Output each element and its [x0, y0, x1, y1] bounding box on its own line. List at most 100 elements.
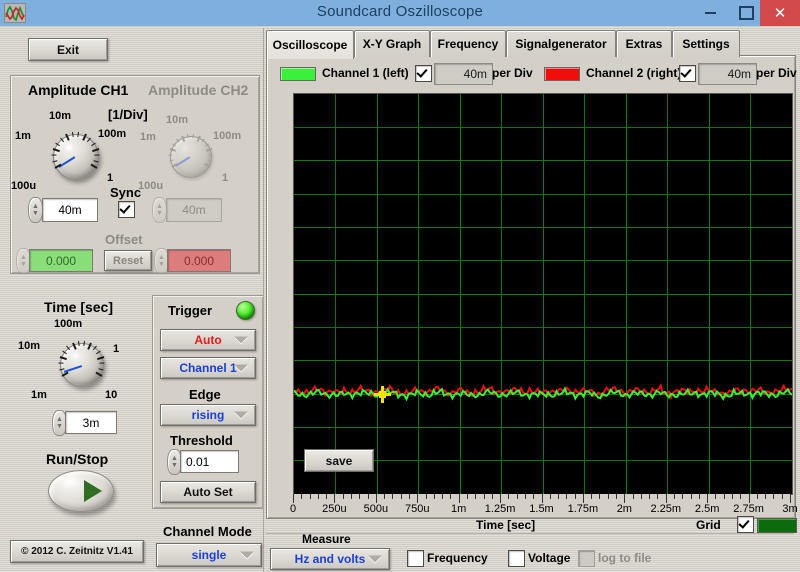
trigger-panel	[152, 295, 264, 509]
x-axis-tick-label: 1.25m	[484, 503, 516, 515]
ch1-scale-100u: 100u	[11, 180, 37, 192]
exit-button[interactable]: Exit	[28, 38, 108, 61]
knob-tick	[71, 132, 74, 138]
x-axis-major-tick	[417, 494, 419, 503]
x-axis-minor-tick	[649, 494, 651, 499]
x-axis-tick-labels: 0 250u 500u 750u 1m 1.25m 1.5m 1.75m 2m 2.25m 2.5m…	[266, 503, 798, 517]
chevron-down-icon	[240, 551, 254, 559]
measure-frequency-label: Frequency	[427, 551, 488, 565]
x-axis-minor-tick	[756, 494, 758, 499]
offset-ch2-value[interactable]: 0.000	[167, 249, 231, 272]
x-axis-minor-tick	[674, 494, 676, 499]
x-axis-minor-tick	[690, 494, 692, 499]
x-axis-minor-tick	[367, 494, 369, 499]
window-title: Soundcard Oszilloscope	[316, 3, 484, 20]
x-axis-minor-tick	[682, 494, 684, 499]
x-axis-minor-tick	[657, 494, 659, 499]
amplitude-ch1-spinner[interactable]: ▲ ▼	[28, 197, 43, 223]
x-axis-minor-tick	[640, 494, 642, 499]
channel-mode-dropdown[interactable]: single	[156, 543, 262, 567]
x-axis-minor-tick	[616, 494, 618, 499]
x-axis-minor-tick	[475, 494, 477, 499]
tab-xy-graph-label: X-Y Graph	[362, 37, 422, 51]
channel-1-label: Channel 1 (left)	[322, 66, 409, 80]
crosshair-cursor[interactable]	[373, 386, 391, 403]
trigger-edge-dropdown[interactable]: rising	[160, 404, 256, 426]
time-value[interactable]: 3m	[65, 411, 117, 434]
x-axis-minor-tick	[433, 494, 435, 499]
ch1-scale-1m: 1m	[15, 130, 31, 142]
offset-label: Offset	[105, 232, 143, 247]
application-window: Soundcard Oszilloscope ✕ Exit Amplitude …	[0, 0, 800, 572]
save-button[interactable]: save	[304, 449, 374, 472]
amplitude-ch2-spinner[interactable]: ▲ ▼	[152, 197, 167, 223]
offset-reset-button[interactable]: Reset	[104, 250, 152, 271]
tab-settings-label: Settings	[682, 37, 730, 51]
sync-checkbox[interactable]	[118, 201, 135, 218]
x-axis-minor-tick	[508, 494, 510, 499]
tab-frequency[interactable]: Frequency	[430, 30, 506, 57]
run-stop-button[interactable]	[48, 470, 114, 512]
channel-1-per-div-label: per Div	[492, 66, 533, 80]
channel-2-label: Channel 2 (right)	[586, 66, 682, 80]
amplitude-ch1-knob[interactable]	[44, 125, 106, 187]
log-to-file-checkbox[interactable]	[578, 550, 595, 567]
x-axis-minor-tick	[392, 494, 394, 499]
chevron-down-icon	[234, 411, 248, 419]
x-axis-minor-tick	[384, 494, 386, 499]
amplitude-ch2-value[interactable]: 40m	[166, 198, 222, 222]
x-axis-tick-label: 500u	[363, 503, 389, 515]
ch2-scale-100u: 100u	[138, 180, 164, 192]
chevron-down-icon	[234, 336, 248, 344]
tab-extras[interactable]: Extras	[616, 30, 672, 57]
x-axis-major-tick	[790, 494, 791, 503]
x-axis-minor-tick	[466, 494, 468, 499]
x-axis-minor-tick	[558, 494, 560, 499]
close-button[interactable]: ✕	[760, 0, 800, 26]
minimize-button[interactable]	[692, 0, 728, 26]
exit-button-label: Exit	[56, 42, 79, 57]
x-axis-major-tick	[748, 494, 750, 503]
save-button-label: save	[325, 453, 353, 468]
channel-2-enable-checkbox[interactable]	[679, 65, 696, 82]
tab-strip: Oscilloscope X-Y Graph Frequency Signalg…	[266, 30, 794, 59]
tab-settings[interactable]: Settings	[672, 30, 740, 57]
measure-frequency-checkbox[interactable]	[407, 550, 424, 567]
measure-voltage-checkbox[interactable]	[508, 550, 525, 567]
threshold-value[interactable]: 0.01	[180, 450, 239, 473]
channel-mode-label: Channel Mode	[163, 524, 252, 539]
amplitude-ch2-knob[interactable]	[162, 128, 218, 184]
x-axis-tick-label: 0	[289, 503, 297, 515]
trigger-source-dropdown[interactable]: Channel 1	[160, 357, 256, 379]
channel-1-enable-checkbox[interactable]	[415, 65, 432, 82]
amplitude-ch1-value[interactable]: 40m	[42, 198, 98, 222]
x-axis-tick-label: 3m	[782, 503, 798, 515]
tab-oscilloscope-label: Oscilloscope	[272, 38, 348, 52]
time-knob[interactable]	[52, 335, 110, 393]
oscilloscope-display[interactable]: save	[293, 93, 793, 495]
grid-color-swatch[interactable]	[757, 518, 797, 533]
time-scale-1: 1	[113, 343, 120, 355]
maximize-button[interactable]	[728, 0, 764, 26]
panel-divider	[263, 28, 264, 572]
tab-oscilloscope[interactable]: Oscilloscope	[266, 30, 354, 59]
grid-enable-checkbox[interactable]	[737, 516, 754, 533]
log-to-file-label: log to file	[598, 551, 652, 565]
auto-set-button[interactable]: Auto Set	[160, 481, 256, 503]
channel-2-per-div-value[interactable]: 40m	[698, 63, 757, 85]
amplitude-ch1-title: Amplitude CH1	[28, 82, 129, 98]
ch2-scale-100m: 100m	[213, 130, 242, 142]
channel-1-per-div-value[interactable]: 40m	[434, 63, 493, 85]
offset-reset-label: Reset	[113, 254, 143, 267]
time-scale-10m: 10m	[18, 340, 41, 352]
x-axis-minor-tick	[516, 494, 518, 499]
x-axis-tick-label: 1.5m	[529, 503, 554, 515]
x-axis-minor-tick	[607, 494, 609, 499]
sync-label: Sync	[110, 185, 142, 200]
offset-ch1-value[interactable]: 0.000	[29, 249, 93, 272]
x-axis-minor-tick	[483, 494, 485, 499]
measure-mode-dropdown[interactable]: Hz and volts	[270, 548, 390, 570]
tab-xy-graph[interactable]: X-Y Graph	[354, 30, 430, 57]
tab-signalgenerator[interactable]: Signalgenerator	[506, 30, 616, 57]
trigger-mode-dropdown[interactable]: Auto	[160, 329, 256, 351]
